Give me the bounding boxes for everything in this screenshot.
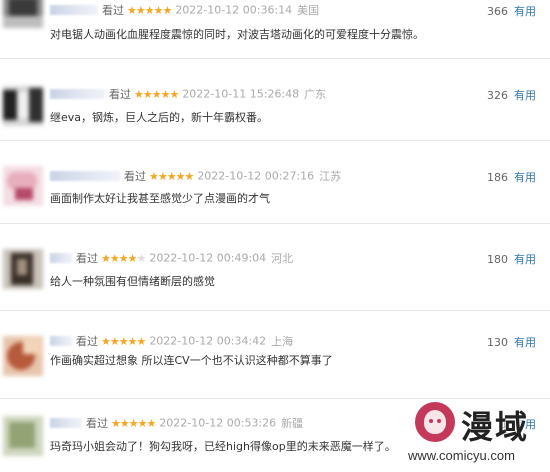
watched-label: 看过: [76, 335, 98, 348]
rating-stars: ★★★★★: [101, 251, 146, 265]
comment-item: 看过 ★★★★★ 2022-10-12 00:49:04 河北 180 有用 给人一种氛…: [0, 223, 550, 311]
avatar[interactable]: [3, 86, 43, 126]
comment-location: 上海: [271, 335, 294, 348]
vote-area: 326 有用: [487, 87, 536, 103]
rating-stars: ★★★★★: [134, 87, 179, 101]
comment-time: 2022-10-12 00:36:14: [175, 3, 293, 17]
comment-location: 河北: [271, 252, 294, 265]
rating-stars: ★★★★★: [127, 3, 172, 17]
vote-area: 180 有用: [487, 251, 536, 267]
useful-button[interactable]: 有用: [514, 5, 536, 18]
username[interactable]: [50, 418, 82, 428]
comment-location: 新疆: [281, 417, 304, 430]
avatar[interactable]: [3, 336, 43, 376]
useful-button[interactable]: 有用: [514, 336, 536, 349]
rating-stars: ★★★★★: [101, 334, 146, 348]
username[interactable]: [50, 171, 120, 181]
comment-text: 作画确实超过想象 所以连CV一个也不认识这种都不算事了: [50, 354, 333, 367]
username[interactable]: [50, 336, 72, 346]
avatar[interactable]: [3, 249, 43, 289]
comment-meta: 看过 ★★★★★ 2022-10-12 00:49:04 河北: [50, 250, 293, 266]
vote-count: 130: [487, 336, 508, 349]
comment-text: 对电锯人动画化血腥程度震惊的同时，对波吉塔动画化的可爱程度十分震惊。: [50, 28, 424, 41]
rating-stars: ★★★★★: [149, 169, 194, 183]
vote-area: 366 有用: [487, 3, 536, 19]
rating-stars: ★★★★★: [111, 416, 156, 430]
comment-meta: 看过 ★★★★★ 2022-10-11 15:26:48 广东: [50, 86, 326, 102]
watched-label: 看过: [86, 417, 108, 430]
comment-item: 看过 ★★★★★ 2022-10-12 00:27:16 江苏 186 有用 画面制作太…: [0, 140, 550, 224]
comment-time: 2022-10-12 00:27:16: [197, 169, 315, 183]
comment-meta: 看过 ★★★★★ 2022-10-12 00:53:26 新疆: [50, 415, 303, 431]
comment-time: 2022-10-12 00:49:04: [149, 251, 267, 265]
comment-item: 看过 ★★★★★ 2022-10-12 00:36:14 美国 366 有用 对电锯人动…: [0, 0, 550, 59]
vote-area: 186 有用: [487, 169, 536, 185]
brand-name: 漫域: [461, 408, 530, 446]
watched-label: 看过: [76, 252, 98, 265]
avatar[interactable]: [3, 166, 43, 206]
comment-meta: 看过 ★★★★★ 2022-10-12 00:34:42 上海: [50, 333, 293, 349]
comment-text: 继eva，钢炼，巨人之后的，新十年霸权番。: [50, 111, 269, 124]
site-watermark: 漫域 www.comicyu.com: [405, 398, 550, 472]
comment-item: 看过 ★★★★★ 2022-10-11 15:26:48 广东 326 有用 继eva，…: [0, 58, 550, 141]
username[interactable]: [50, 5, 98, 15]
useful-button[interactable]: 有用: [514, 253, 536, 266]
comment-time: 2022-10-12 00:53:26: [159, 416, 277, 430]
vote-count: 180: [487, 253, 508, 266]
vote-count: 186: [487, 171, 508, 184]
brand-logo-icon: [415, 402, 455, 442]
useful-button[interactable]: 有用: [514, 89, 536, 102]
comment-time: 2022-10-12 00:34:42: [149, 334, 267, 348]
comment-time: 2022-10-11 15:26:48: [182, 87, 300, 101]
watched-label: 看过: [124, 170, 146, 183]
avatar[interactable]: [3, 0, 43, 28]
vote-count: 366: [487, 5, 508, 18]
comment-location: 美国: [297, 4, 320, 17]
comment-text: 画面制作太好让我甚至感觉少了点漫画的才气: [50, 192, 270, 205]
useful-button[interactable]: 有用: [514, 171, 536, 184]
watched-label: 看过: [102, 4, 124, 17]
comment-location: 江苏: [319, 170, 342, 183]
vote-count: 326: [487, 89, 508, 102]
comment-text: 给人一种氛围有但情绪断层的感觉: [50, 275, 215, 288]
avatar[interactable]: [3, 416, 43, 456]
username[interactable]: [50, 89, 105, 99]
comment-item: 看过 ★★★★★ 2022-10-12 00:34:42 上海 130 有用 作画确实超…: [0, 310, 550, 399]
brand-url: www.comicyu.com: [408, 448, 515, 463]
comment-meta: 看过 ★★★★★ 2022-10-12 00:27:16 江苏: [50, 168, 341, 184]
comment-meta: 看过 ★★★★★ 2022-10-12 00:36:14 美国: [50, 2, 319, 18]
comment-location: 广东: [304, 88, 327, 101]
comment-text: 玛奇玛小姐会动了！狗勾我呀，已经high得像op里的末来恶魔一样了。: [50, 440, 396, 453]
username[interactable]: [50, 253, 72, 263]
watched-label: 看过: [109, 88, 131, 101]
vote-area: 130 有用: [487, 334, 536, 350]
